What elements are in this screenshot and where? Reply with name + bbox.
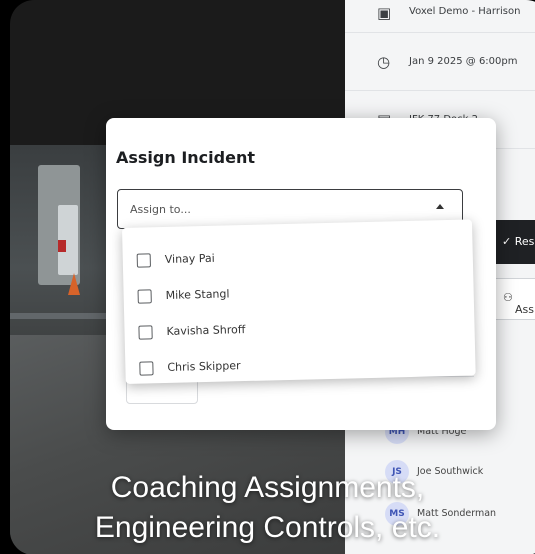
- caption-line-1: Coaching Assignments,: [110, 471, 425, 504]
- modal-title: Assign Incident: [116, 148, 255, 167]
- caption-line-2: Engineering Controls, etc.: [94, 511, 441, 544]
- option-chris-skipper[interactable]: Chris Skipper: [139, 350, 439, 381]
- option-label: Vinay Pai: [164, 251, 215, 266]
- option-label: Chris Skipper: [167, 359, 241, 374]
- traffic-cone: [68, 273, 80, 295]
- checkbox[interactable]: [138, 325, 153, 340]
- site-row: ▣ Voxel Demo - Harrison: [345, 0, 535, 33]
- checkbox[interactable]: [139, 361, 154, 376]
- assign-label: ⚇ Assi: [503, 291, 535, 316]
- option-label: Mike Stangl: [165, 287, 230, 302]
- option-mike-stangl[interactable]: Mike Stangl: [137, 278, 437, 309]
- option-label: Kavisha Shroff: [166, 323, 246, 338]
- option-vinay-pai[interactable]: Vinay Pai: [136, 242, 437, 273]
- extinguisher: [58, 240, 66, 252]
- building-icon: ▣: [377, 4, 392, 22]
- select-placeholder: Assign to...: [130, 203, 191, 216]
- incident-datetime: Jan 9 2025 @ 6:00pm: [409, 56, 518, 67]
- site-name: Voxel Demo - Harrison: [409, 6, 521, 17]
- screen: ▣ Voxel Demo - Harrison ◷ Jan 9 2025 @ 6…: [0, 0, 535, 554]
- resolve-button[interactable]: ✓ Reso: [490, 220, 535, 264]
- option-kavisha-shroff[interactable]: Kavisha Shroff: [138, 314, 438, 345]
- checkbox[interactable]: [136, 253, 151, 268]
- clock-icon: ◷: [377, 53, 391, 71]
- assignee-dropdown: Vinay Pai Mike Stangl Kavisha Shroff Chr…: [122, 219, 476, 384]
- caret-up-icon: [436, 204, 444, 209]
- checkbox[interactable]: [137, 289, 152, 304]
- resolve-label: ✓ Reso: [502, 235, 535, 248]
- assign-button[interactable]: ⚇ Assi: [490, 278, 535, 320]
- datetime-row: ◷ Jan 9 2025 @ 6:00pm: [345, 34, 535, 91]
